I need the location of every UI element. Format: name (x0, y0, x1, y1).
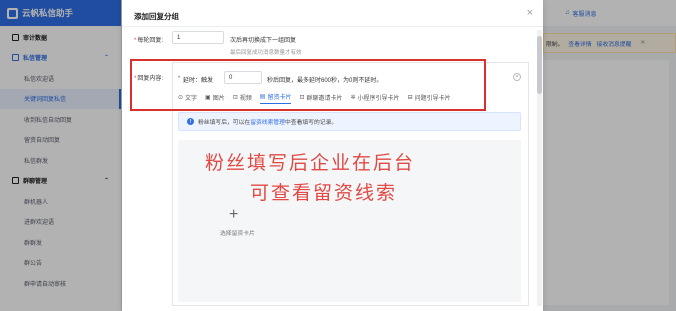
caption-line-1: 粉丝填写后企业在后台 (205, 152, 416, 174)
scrollbar-thumb[interactable] (537, 36, 542, 94)
tab-miniprogram-card[interactable]: ✲ 小程序引导卡片 (351, 90, 400, 104)
delay-suffix: 秒后回复，最多延时600秒，为0则不延时。 (267, 78, 383, 84)
rounds-input[interactable]: 1 (172, 31, 224, 44)
choose-lead-card-button[interactable]: 选择留资卡片 (220, 228, 255, 237)
rounds-label: *每轮回复: (134, 38, 164, 44)
rounds-suffix: 次后再切换成下一组回复 (230, 38, 297, 44)
text-icon: ⊙ (178, 94, 184, 101)
tab-text[interactable]: ⊙ 文字 (178, 90, 197, 104)
caption-line-2: 可查看留资线索 (250, 182, 398, 204)
info-bar: ! 粉丝填写后，可以在 留资线索管理 中查看填写的记录。 (178, 112, 521, 131)
lead-management-link[interactable]: 留资线索管理 (250, 117, 285, 126)
overlay-mask-left (0, 0, 122, 311)
tab-image[interactable]: ▣ 图片 (205, 90, 225, 104)
dialog-title: 添加回复分组 (134, 12, 179, 21)
rounds-hint: 最后回复成功消息数量才有效 (230, 50, 302, 56)
delay-bullet: • (178, 75, 181, 81)
dialog-divider (122, 26, 543, 27)
info-text-b: 中查看填写的记录。 (284, 120, 338, 126)
content-label: *回复内容: (134, 76, 164, 82)
add-card-icon[interactable]: + (229, 207, 238, 223)
invite-icon: ⊡ (299, 94, 305, 101)
image-icon: ▣ (205, 94, 211, 101)
delay-prefix: 延时：触发 (183, 78, 214, 84)
content-type-tabs: ⊙ 文字 ▣ 图片 ⊡ 视频 ▤ 留资卡片 ⊡ 群聊邀请卡片 ✲ 小程序引导卡片 ⊟ 问题引导… (178, 90, 451, 104)
question-icon: ⊟ (407, 94, 413, 101)
delay-input[interactable]: 0 (224, 71, 262, 84)
card-icon: ▤ (259, 94, 266, 100)
info-icon: ! (187, 118, 194, 125)
tab-group-invite-card[interactable]: ⊡ 群聊邀请卡片 (299, 90, 342, 104)
remove-icon[interactable]: ✕ (513, 73, 521, 81)
tab-video[interactable]: ⊡ 视频 (233, 90, 252, 104)
miniprogram-icon: ✲ (350, 94, 356, 101)
video-icon: ⊡ (232, 94, 238, 101)
info-text-a: 粉丝填写后，可以在 (198, 120, 251, 126)
tab-question-card[interactable]: ⊟ 问题引导卡片 (408, 90, 451, 104)
close-icon[interactable]: × (527, 7, 533, 19)
tab-lead-card[interactable]: ▤ 留资卡片 (259, 90, 292, 104)
